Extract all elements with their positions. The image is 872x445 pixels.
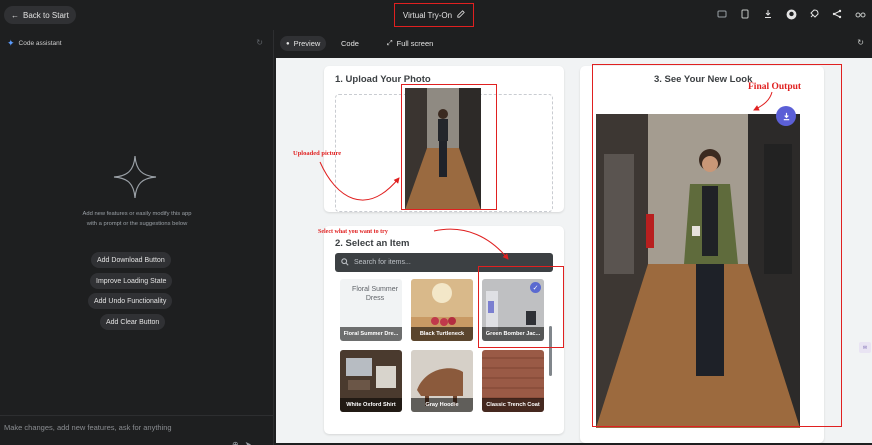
screenshot-icon[interactable] — [716, 8, 728, 20]
rocket-icon[interactable] — [808, 8, 820, 20]
sparkle-large-icon — [113, 155, 157, 199]
device-icon[interactable] — [739, 8, 751, 20]
refresh-icon[interactable]: ↻ — [256, 38, 263, 47]
settings-icon[interactable] — [854, 8, 866, 20]
app-title-text: Virtual Try-On — [402, 10, 453, 20]
tab-code[interactable]: Code — [335, 36, 365, 51]
arrow-uploaded — [319, 161, 400, 201]
back-to-start-button[interactable]: ← Back to Start — [4, 6, 76, 24]
improve-loading-state-suggestion[interactable]: Improve Loading State — [90, 273, 173, 289]
prompt-actions: ⊕ ➤ — [232, 440, 251, 445]
view-tabs: ● Preview Code ⤢ Full screen ↻ — [274, 30, 872, 56]
share-icon[interactable] — [831, 8, 843, 20]
code-assistant-title: Code assistant — [18, 40, 62, 47]
tab-preview[interactable]: ● Preview — [280, 36, 327, 51]
tab-fullscreen-label: Full screen — [396, 39, 434, 48]
annotation-arrows — [319, 91, 773, 260]
download-icon[interactable] — [762, 8, 774, 20]
preview-panel: ● Preview Code ⤢ Full screen ↻ 1. Upload… — [274, 30, 872, 445]
add-clear-button-suggestion[interactable]: Add Clear Button — [100, 314, 166, 330]
arrow-left-icon: ← — [11, 10, 19, 20]
code-assistant-header: ✦ Code assistant — [7, 38, 62, 49]
attach-icon[interactable]: ⊕ — [232, 440, 239, 445]
top-bar: ← Back to Start Virtual Try-On — [0, 0, 872, 30]
toolbar-icons — [716, 8, 866, 20]
suggestion-hint: Add new features or easily modify this a… — [82, 211, 192, 227]
sparkle-icon: ✦ — [7, 38, 15, 48]
send-icon[interactable]: ➤ — [245, 440, 252, 445]
dot-icon: ● — [286, 40, 290, 47]
expand-icon: ⤢ — [387, 39, 393, 47]
tab-preview-label: Preview — [293, 39, 321, 48]
tab-code-label: Code — [341, 39, 359, 48]
add-download-button-suggestion[interactable]: Add Download Button — [91, 252, 171, 268]
prompt-input[interactable]: Make changes, add new features, ask for … — [4, 423, 172, 432]
app-title[interactable]: Virtual Try-On — [394, 3, 474, 27]
back-label: Back to Start — [23, 10, 69, 20]
arrow-select — [433, 228, 509, 260]
github-icon[interactable] — [785, 8, 797, 20]
reload-preview-icon[interactable]: ↻ — [857, 38, 864, 47]
app-preview: 1. Upload Your Photo 2. Select an Item S… — [276, 58, 872, 443]
arrow-final — [753, 91, 773, 111]
prompt-area[interactable]: Make changes, add new features, ask for … — [0, 415, 274, 445]
add-undo-functionality-suggestion[interactable]: Add Undo Functionality — [88, 293, 173, 309]
code-assistant-panel: ✦ Code assistant ↻ Add new features or e… — [0, 30, 274, 445]
pencil-icon[interactable] — [457, 10, 465, 20]
tab-fullscreen[interactable]: ⤢ Full screen — [381, 36, 439, 51]
